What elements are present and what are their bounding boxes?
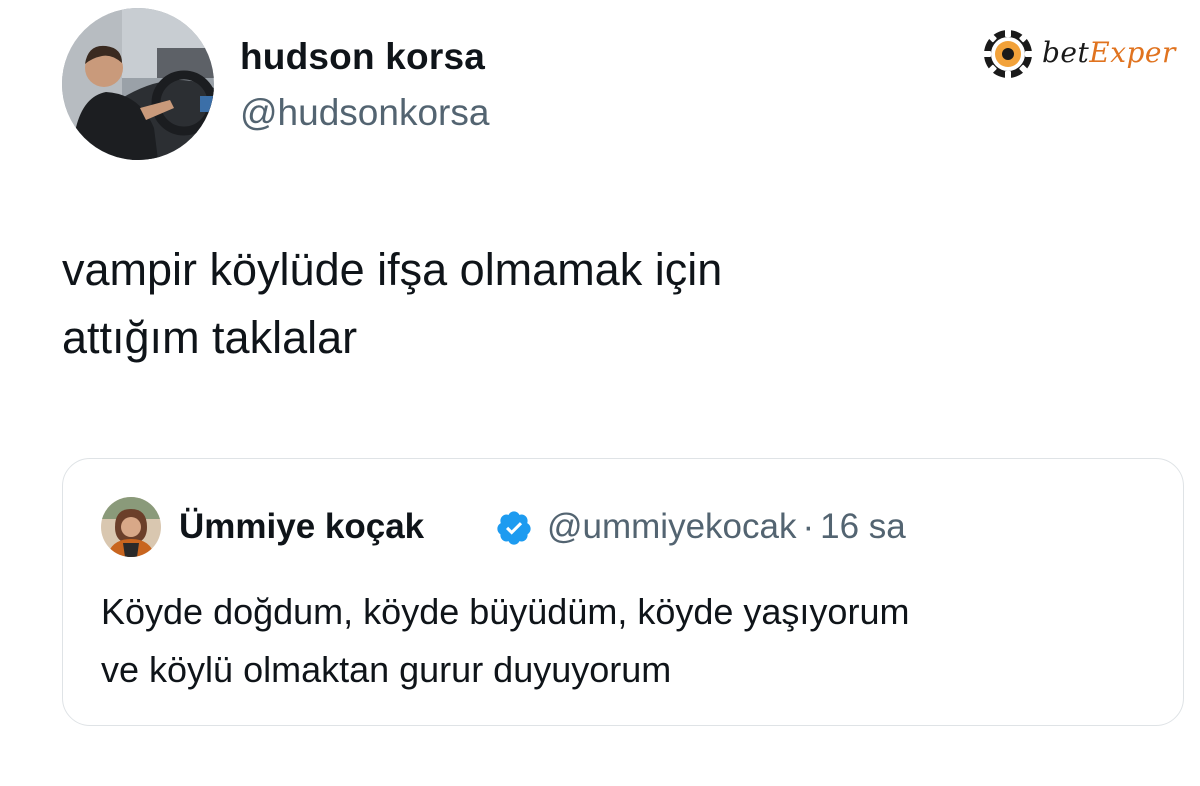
watermark-prefix: bet: [1042, 36, 1090, 69]
quoted-tweet-meta: @ummiyekocak · 16 sa: [547, 507, 906, 547]
profile-photo-woman-icon: [101, 497, 161, 557]
watermark-accent: Exper: [1089, 36, 1176, 69]
verified-badge-icon: [497, 511, 531, 545]
quoted-author-display-name[interactable]: Ümmiye koçak: [179, 507, 424, 547]
tweet-text: vampir köylüde ifşa olmamak için attığım…: [62, 244, 723, 363]
watermark-text: betExper: [1042, 36, 1176, 69]
author-display-name[interactable]: hudson korsa: [240, 36, 485, 78]
quoted-author-handle[interactable]: @ummiyekocak: [547, 507, 796, 546]
meta-separator: ·: [802, 507, 815, 546]
quoted-tweet-text: Köyde doğdum, köyde büyüdüm, köyde yaşıy…: [101, 591, 910, 690]
author-avatar[interactable]: [62, 8, 214, 160]
poker-chip-icon: [983, 29, 1033, 79]
quoted-author-avatar[interactable]: [101, 497, 161, 557]
quoted-tweet-time[interactable]: 16 sa: [820, 507, 906, 546]
profile-photo-icon: [62, 8, 214, 160]
watermark-logo: betExper: [980, 24, 1190, 80]
quoted-tweet-card[interactable]: Ümmiye koçak @ummiyekocak · 16 sa Köyde do…: [62, 458, 1184, 726]
author-handle[interactable]: @hudsonkorsa: [240, 92, 489, 134]
